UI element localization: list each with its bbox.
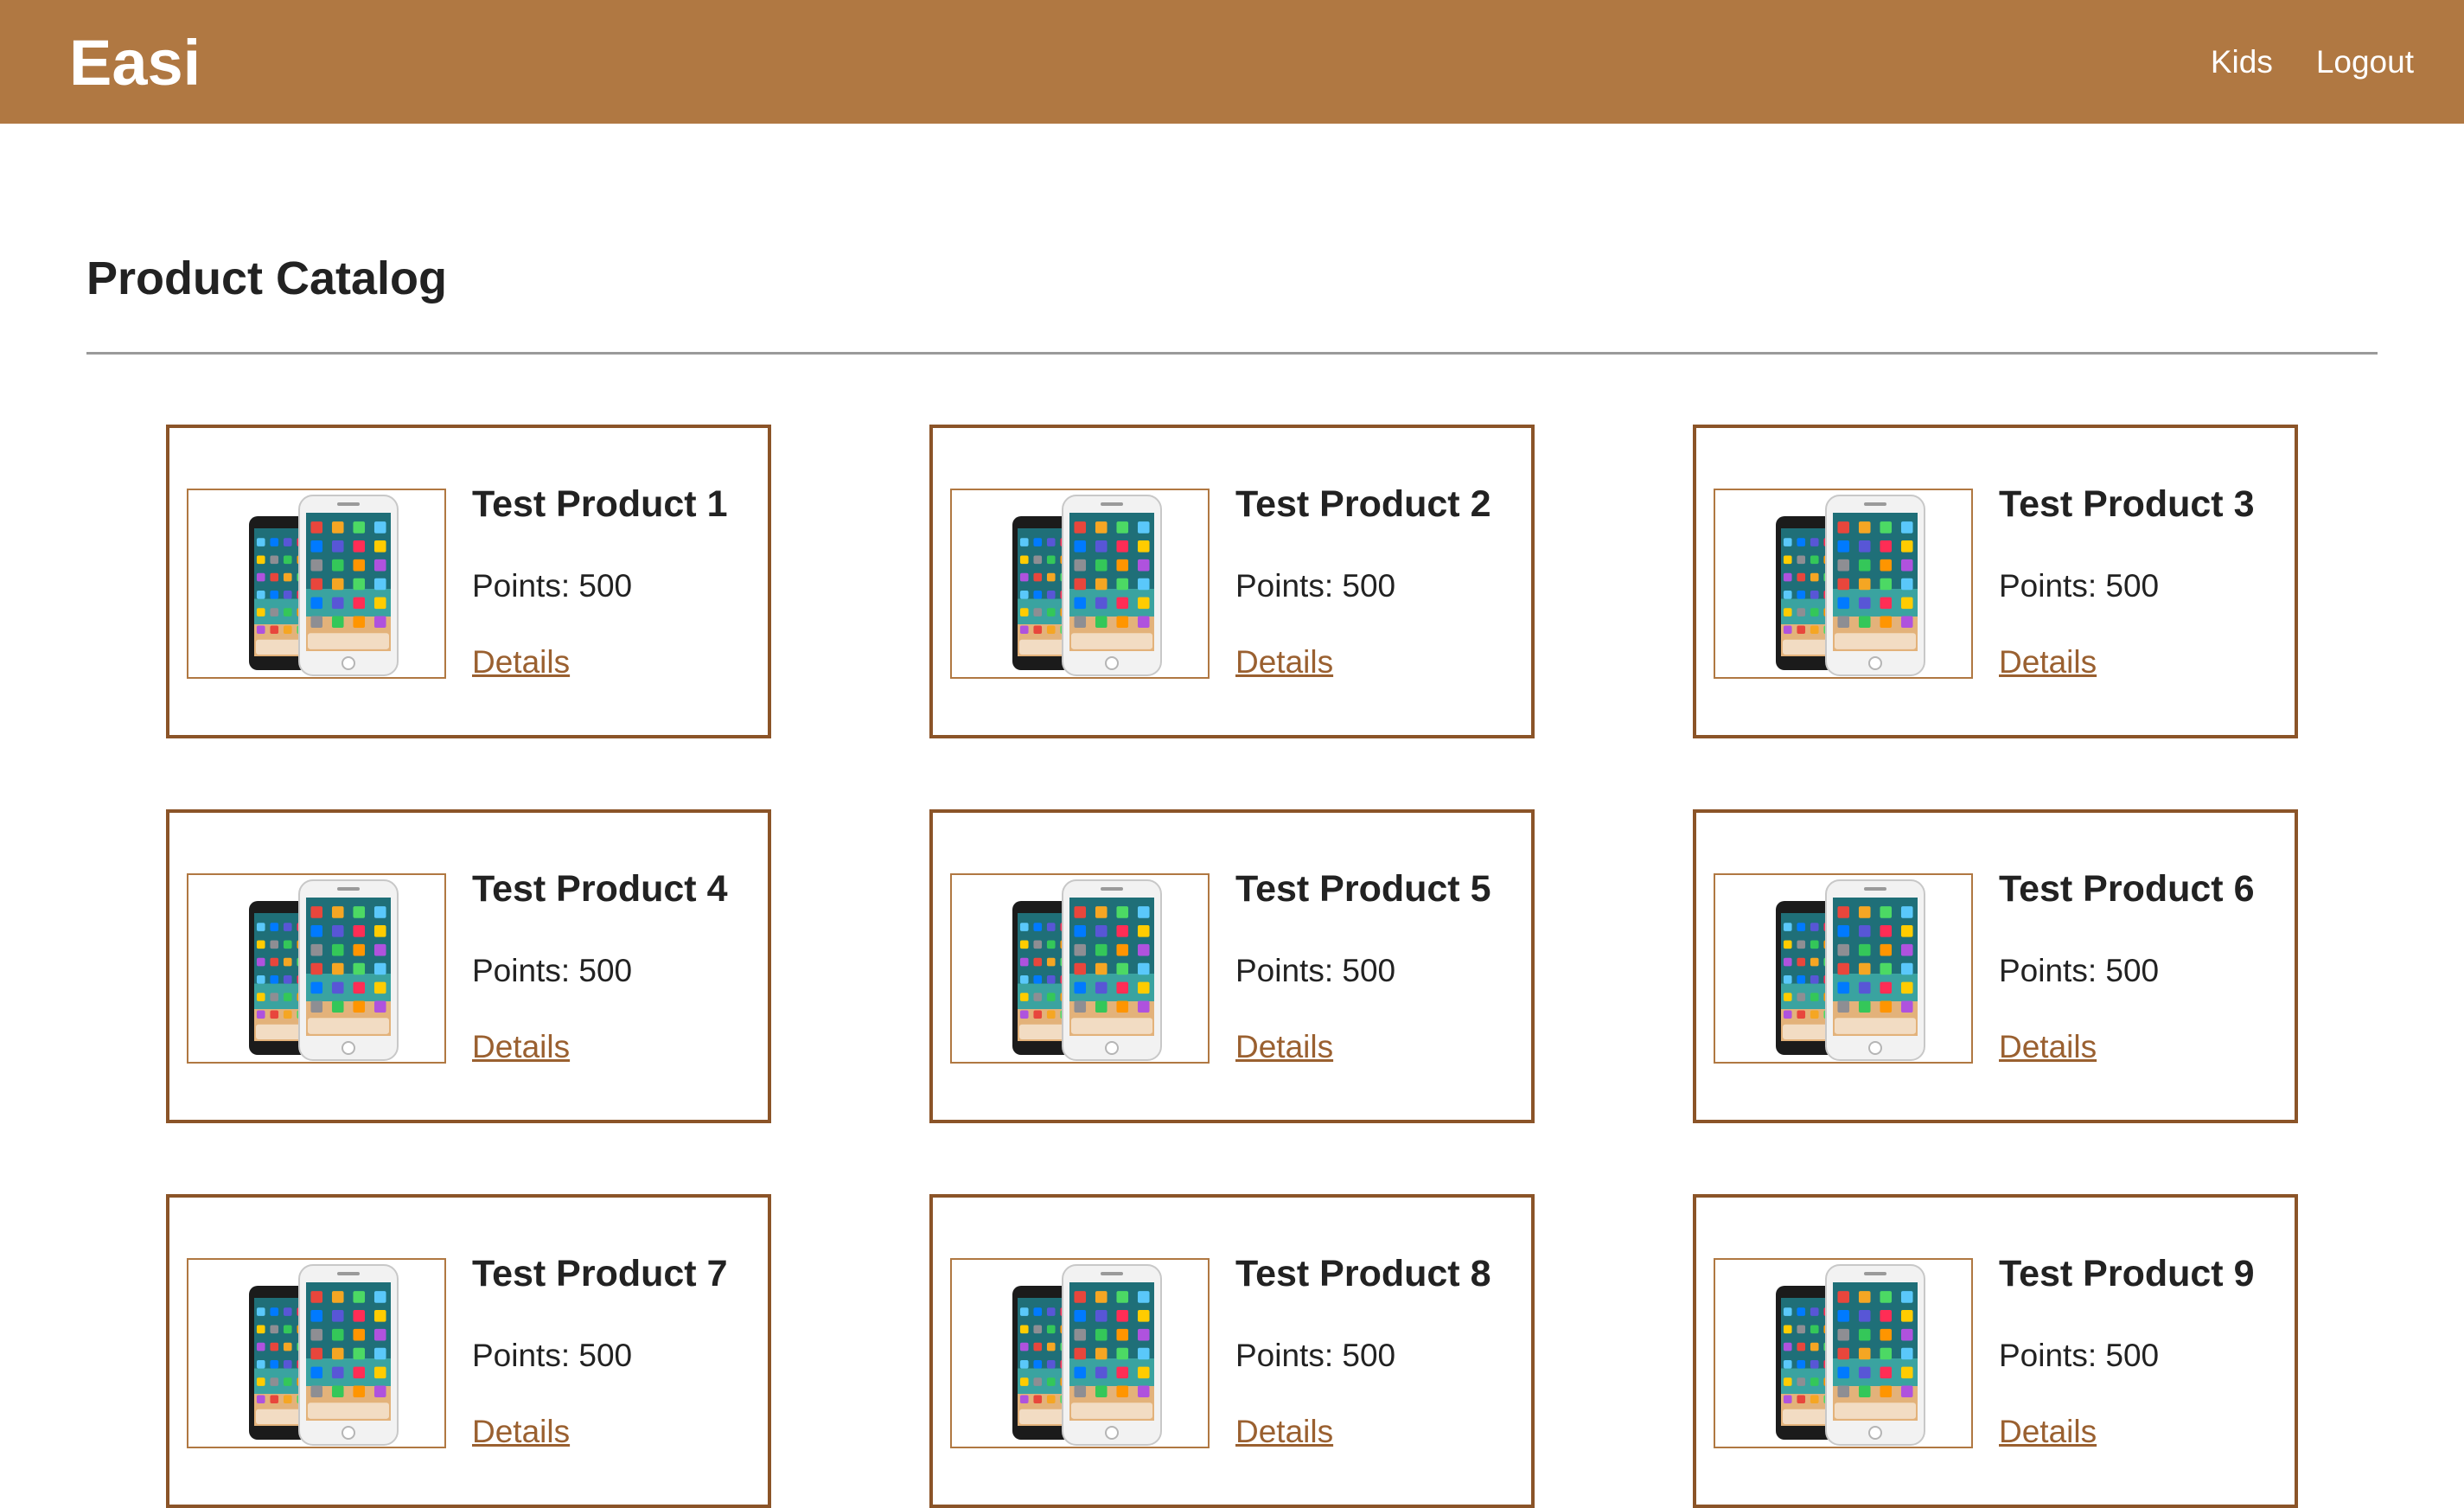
- title-divider: [86, 352, 2378, 355]
- nav-links: Kids Logout: [2211, 38, 2414, 86]
- product-points: Points: 500: [1999, 1338, 2160, 1373]
- details-link[interactable]: Details: [472, 1026, 570, 1069]
- details-link[interactable]: Details: [1235, 1410, 1333, 1454]
- product-points: Points: 500: [472, 953, 633, 988]
- smartphone-image: [1776, 1264, 1925, 1446]
- product-points: Points: 500: [1999, 568, 2160, 604]
- product-card: Test Product 4 Points: 500 Details: [166, 809, 771, 1123]
- smartphone-image: [1776, 495, 1925, 676]
- details-link[interactable]: Details: [472, 641, 570, 684]
- product-points: Points: 500: [1999, 953, 2160, 988]
- smartphone-image: [249, 879, 399, 1061]
- product-title: Test Product 5: [1235, 868, 1491, 910]
- details-link[interactable]: Details: [1999, 1026, 2097, 1069]
- product-title: Test Product 2: [1235, 483, 1491, 525]
- smartphone-image: [1012, 879, 1162, 1061]
- product-title: Test Product 4: [472, 868, 728, 910]
- product-grid: Test Product 1 Points: 500 Details Test …: [166, 425, 2299, 1508]
- product-image: [187, 1258, 446, 1448]
- details-link[interactable]: Details: [1235, 1026, 1333, 1069]
- product-card: Test Product 8 Points: 500 Details: [929, 1194, 1535, 1508]
- product-image: [950, 1258, 1210, 1448]
- details-link[interactable]: Details: [1235, 641, 1333, 684]
- smartphone-image: [249, 495, 399, 676]
- product-card: Test Product 6 Points: 500 Details: [1693, 809, 2298, 1123]
- brand-logo[interactable]: Easi: [69, 24, 201, 102]
- product-points: Points: 500: [1235, 568, 1396, 604]
- product-points: Points: 500: [472, 1338, 633, 1373]
- product-points: Points: 500: [1235, 953, 1396, 988]
- product-image: [187, 489, 446, 679]
- product-image: [950, 489, 1210, 679]
- product-image: [1714, 1258, 1973, 1448]
- top-navbar: Easi Kids Logout: [0, 0, 2464, 124]
- product-card: Test Product 5 Points: 500 Details: [929, 809, 1535, 1123]
- details-link[interactable]: Details: [472, 1410, 570, 1454]
- nav-link-kids[interactable]: Kids: [2211, 38, 2273, 86]
- smartphone-image: [249, 1264, 399, 1446]
- product-title: Test Product 6: [1999, 868, 2255, 910]
- product-image: [1714, 489, 1973, 679]
- product-title: Test Product 7: [472, 1253, 728, 1294]
- product-card: Test Product 1 Points: 500 Details: [166, 425, 771, 738]
- product-title: Test Product 1: [472, 483, 728, 525]
- page-title: Product Catalog: [86, 252, 448, 304]
- product-points: Points: 500: [1235, 1338, 1396, 1373]
- product-image: [950, 873, 1210, 1064]
- nav-link-logout[interactable]: Logout: [2316, 38, 2414, 86]
- product-card: Test Product 9 Points: 500 Details: [1693, 1194, 2298, 1508]
- product-image: [1714, 873, 1973, 1064]
- details-link[interactable]: Details: [1999, 1410, 2097, 1454]
- product-card: Test Product 2 Points: 500 Details: [929, 425, 1535, 738]
- smartphone-image: [1776, 879, 1925, 1061]
- product-title: Test Product 8: [1235, 1253, 1491, 1294]
- product-image: [187, 873, 446, 1064]
- product-card: Test Product 3 Points: 500 Details: [1693, 425, 2298, 738]
- product-points: Points: 500: [472, 568, 633, 604]
- smartphone-image: [1012, 495, 1162, 676]
- product-title: Test Product 3: [1999, 483, 2255, 525]
- details-link[interactable]: Details: [1999, 641, 2097, 684]
- product-title: Test Product 9: [1999, 1253, 2255, 1294]
- smartphone-image: [1012, 1264, 1162, 1446]
- product-card: Test Product 7 Points: 500 Details: [166, 1194, 771, 1508]
